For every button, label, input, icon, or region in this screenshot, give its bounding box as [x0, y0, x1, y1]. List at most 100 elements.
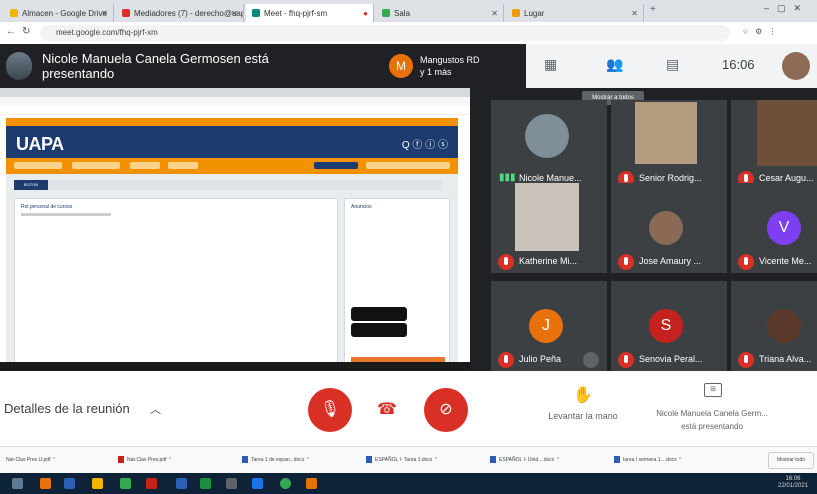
- participant-tile[interactable]: J Julio Peña: [491, 281, 607, 371]
- download-item[interactable]: Nat-Clas Pres.pdf ⌃: [118, 453, 172, 467]
- presenting-label[interactable]: Nicole Manuela Canela Germ... está prese…: [632, 407, 792, 433]
- layout-icon[interactable]: ▦: [544, 56, 557, 73]
- word-icon[interactable]: [176, 478, 187, 489]
- participant-tile[interactable]: V Vicente Me...: [731, 183, 817, 273]
- download-item[interactable]: ESPAÑOL I- Tarea 1.docx ⌃: [366, 453, 438, 467]
- participant-name: Senior Rodrig...: [639, 173, 702, 183]
- reload-icon[interactable]: ↻: [22, 26, 30, 37]
- people-icon[interactable]: 👥: [606, 56, 623, 73]
- app-icon[interactable]: [252, 478, 263, 489]
- participant-tile[interactable]: Jose Amaury ...: [611, 183, 727, 273]
- group-name[interactable]: Mangustos RD y 1 más: [420, 54, 510, 78]
- page-icon: [512, 9, 520, 17]
- app-icon[interactable]: [306, 478, 317, 489]
- audio-level-icon: ▮▮▮: [499, 172, 516, 183]
- chat-icon[interactable]: ▤: [666, 56, 679, 73]
- meeting-controls: Detalles de la reunión ︿ 🎙 ☎ ⊘ ✋ Levanta…: [0, 371, 817, 446]
- participant-tile[interactable]: S Senovia Peral...: [611, 281, 727, 371]
- shared-site-header: UAPA Q ⓕ ⓘ ⓢ: [6, 126, 458, 158]
- meet-header: Nicole Manuela Canela Germosen está pres…: [0, 44, 817, 88]
- avatar: [6, 52, 32, 80]
- tab-label: Meet - fhq-pjrf-sm: [264, 8, 328, 18]
- clock: 16:06: [722, 57, 755, 72]
- mic-off-icon: [618, 254, 634, 270]
- app-icon[interactable]: [64, 478, 75, 489]
- raise-hand-label[interactable]: Levantar la mano: [533, 411, 633, 421]
- tab-label: Lugar: [524, 8, 545, 18]
- mic-off-icon: [738, 254, 754, 270]
- page-icon: [382, 9, 390, 17]
- windows-start-icon[interactable]: [12, 478, 23, 489]
- participant-name: Nicole Manue...: [519, 173, 582, 183]
- address-bar-row: ← ↻ meet.google.com/fhq-pjrf-xm ☆⚙⋮: [0, 22, 817, 45]
- shared-toolbar: [14, 180, 442, 190]
- window-controls-icon[interactable]: –▢✕: [764, 3, 809, 14]
- back-icon[interactable]: ←: [6, 26, 16, 37]
- shared-topbar: [6, 118, 458, 126]
- shared-button: BOTON: [14, 180, 48, 190]
- participant-tile[interactable]: ▮▮▮ Nicole Manue...: [491, 100, 607, 190]
- browser-tab-active[interactable]: Meet - fhq-pjrf-sm ●: [246, 4, 374, 22]
- app-icon[interactable]: [40, 478, 51, 489]
- close-icon[interactable]: ✕: [631, 9, 638, 18]
- avatar: [767, 309, 801, 343]
- panel-title: Anuncios: [351, 204, 372, 210]
- close-icon[interactable]: ✕: [491, 9, 498, 18]
- end-call-button[interactable]: ☎: [377, 399, 397, 419]
- mic-toggle-button[interactable]: 🎙: [308, 388, 352, 432]
- download-item[interactable]: Tarea 1 de espan...docx ⌃: [242, 453, 310, 467]
- avatar: [525, 114, 569, 158]
- group-avatar[interactable]: M: [389, 54, 413, 78]
- pin-icon[interactable]: [583, 352, 599, 368]
- participant-tile[interactable]: Cesar Augu...: [731, 100, 817, 190]
- chevron-up-icon[interactable]: ︿: [150, 401, 161, 417]
- download-item[interactable]: Nat-Clas Pres U.pdf ⌃: [6, 453, 56, 467]
- avatar: [649, 211, 683, 245]
- meeting-details-button[interactable]: Detalles de la reunión: [4, 401, 130, 416]
- hand-icon[interactable]: ✋: [573, 385, 593, 405]
- participant-tile[interactable]: Senior Rodrig...: [611, 100, 727, 190]
- file-explorer-icon[interactable]: [92, 478, 103, 489]
- shared-site-menu: [6, 158, 458, 174]
- participant-name: Jose Amaury ...: [639, 256, 702, 266]
- os-taskbar: 16:06 22/01/2021: [0, 473, 817, 494]
- close-icon[interactable]: ✕: [231, 9, 238, 18]
- show-all-downloads-button[interactable]: Mostrar todo: [768, 452, 814, 469]
- excel-icon[interactable]: [200, 478, 211, 489]
- presenter-title: Nicole Manuela Canela Germosen está pres…: [42, 51, 269, 81]
- browser-tab[interactable]: Sala ✕: [376, 4, 504, 22]
- browser-tab[interactable]: Lugar ✕: [506, 4, 644, 22]
- app-icon[interactable]: [120, 478, 131, 489]
- download-item[interactable]: tarea I semana 1....docx ⌃: [614, 453, 682, 467]
- taskbar-clock: 16:06 22/01/2021: [778, 476, 809, 489]
- video-feed: [635, 102, 697, 164]
- video-feed: [515, 183, 579, 251]
- app-icon[interactable]: [226, 478, 237, 489]
- tab-label: Mediadores (7) - derecho@uapa: [134, 8, 244, 18]
- browser-tab-bar: Almacen - Google Drive ✕ Mediadores (7) …: [0, 0, 817, 22]
- camera-off-icon: ⊘: [439, 401, 453, 418]
- app-icon[interactable]: [146, 478, 157, 489]
- browser-tab[interactable]: Mediadores (7) - derecho@uapa ✕: [116, 4, 244, 22]
- participant-tile[interactable]: Triana Alva...: [731, 281, 817, 371]
- extensions-icon[interactable]: ☆⚙⋮: [742, 27, 782, 36]
- self-avatar[interactable]: [782, 52, 810, 80]
- camera-toggle-button[interactable]: ⊘: [424, 388, 468, 432]
- download-item[interactable]: ESPAÑOL I- Unid....docx ⌃: [490, 453, 560, 467]
- mic-off-icon: [498, 254, 514, 270]
- participant-name: Triana Alva...: [759, 354, 812, 364]
- site-logo: UAPA: [16, 134, 64, 154]
- close-icon[interactable]: ✕: [101, 9, 108, 18]
- present-icon[interactable]: ⊞: [704, 383, 722, 397]
- meet-icon: [252, 9, 260, 17]
- tab-label: Almacen - Google Drive: [22, 8, 107, 18]
- mic-off-icon: [498, 352, 514, 368]
- new-tab-icon[interactable]: +: [650, 4, 656, 15]
- shared-taskbar: [0, 362, 470, 371]
- browser-tab[interactable]: Almacen - Google Drive ✕: [4, 4, 114, 22]
- participant-tile[interactable]: Katherine Mi...: [491, 183, 607, 273]
- recording-dot-icon: ●: [363, 8, 368, 18]
- participant-name: Senovia Peral...: [639, 354, 703, 364]
- chrome-icon[interactable]: [280, 478, 291, 489]
- address-input[interactable]: meet.google.com/fhq-pjrf-xm: [40, 25, 730, 41]
